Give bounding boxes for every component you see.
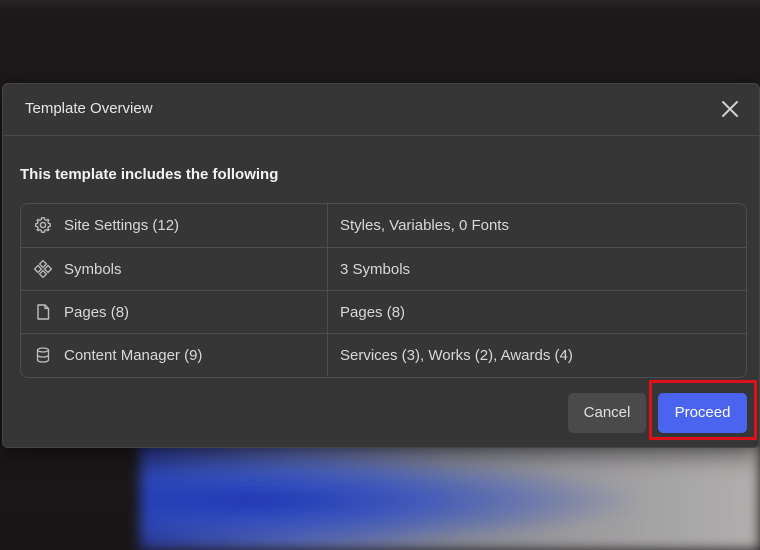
background-blurred-image — [140, 440, 760, 550]
table-cell-details: Styles, Variables, 0 Fonts — [328, 204, 746, 247]
row-value: Services (3), Works (2), Awards (4) — [340, 347, 573, 364]
table-cell-name: Pages (8) — [21, 291, 328, 333]
table-cell-details: Services (3), Works (2), Awards (4) — [328, 334, 746, 376]
page-icon — [34, 303, 52, 321]
table-cell-details: 3 Symbols — [328, 248, 746, 290]
database-icon — [34, 346, 52, 364]
row-value: 3 Symbols — [340, 261, 411, 278]
table-row-pages: Pages (8) Pages (8) — [21, 290, 746, 333]
close-icon[interactable] — [719, 98, 741, 120]
proceed-button[interactable]: Proceed — [658, 393, 747, 433]
row-value: Styles, Variables, 0 Fonts — [340, 217, 509, 234]
table-cell-name: Content Manager (9) — [21, 334, 328, 376]
row-label: Site Settings (12) — [64, 217, 180, 234]
table-cell-name: Symbols — [21, 248, 328, 290]
cancel-button[interactable]: Cancel — [568, 393, 646, 433]
table-cell-name: Site Settings (12) — [21, 204, 328, 247]
modal-header: Template Overview — [3, 84, 759, 136]
table-row-site-settings: Site Settings (12) Styles, Variables, 0 … — [21, 204, 746, 247]
row-label: Pages (8) — [64, 304, 130, 321]
template-summary-table: Site Settings (12) Styles, Variables, 0 … — [20, 203, 747, 378]
template-overview-modal: Template Overview This template includes… — [2, 83, 760, 448]
gear-icon — [34, 216, 52, 234]
symbols-icon — [33, 259, 53, 279]
intro-heading: This template includes the following — [20, 166, 279, 183]
modal-title: Template Overview — [25, 100, 153, 117]
table-cell-details: Pages (8) — [328, 291, 746, 333]
row-value: Pages (8) — [340, 304, 406, 321]
row-label: Content Manager (9) — [64, 347, 203, 364]
row-label: Symbols — [64, 261, 122, 278]
table-row-content-manager: Content Manager (9) Services (3), Works … — [21, 333, 746, 376]
table-row-symbols: Symbols 3 Symbols — [21, 247, 746, 290]
